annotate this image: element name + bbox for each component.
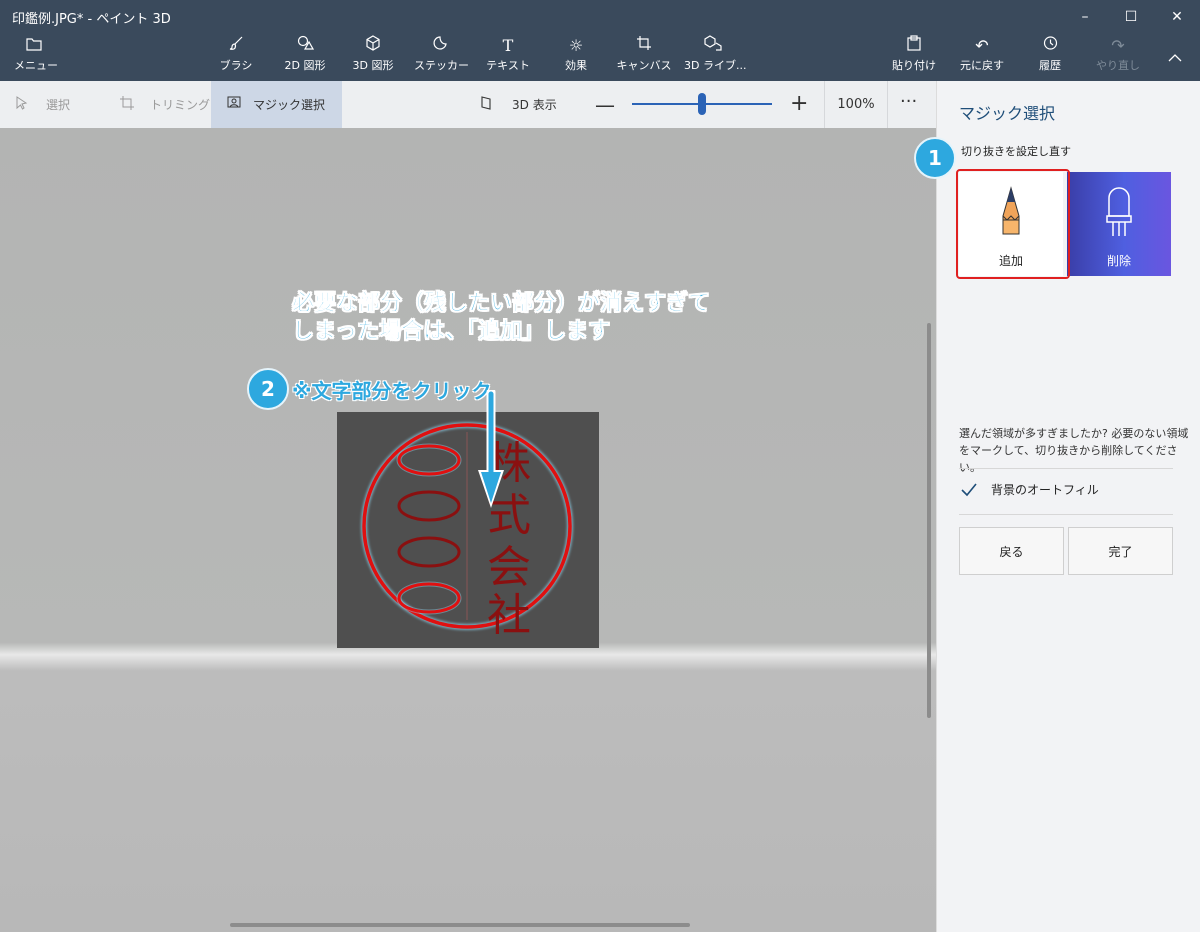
redo-button[interactable]: ↷ やり直し xyxy=(1094,35,1142,79)
paste-icon xyxy=(892,35,936,57)
paste-label: 貼り付け xyxy=(892,59,936,72)
select-label: 選択 xyxy=(46,98,71,112)
crop-tool-icon xyxy=(120,95,134,114)
done-button[interactable]: 完了 xyxy=(1068,527,1173,575)
stickers-label: ステッカー xyxy=(414,59,469,72)
brush-label: ブラシ xyxy=(219,59,253,72)
magic-select-tool[interactable]: マジック選択 xyxy=(211,81,342,128)
effects-button[interactable]: ☼ 効果 xyxy=(556,35,596,79)
canvas-label: キャンバス xyxy=(616,59,672,72)
history-button[interactable]: 履歴 xyxy=(1030,35,1070,79)
undo-icon: ↶ xyxy=(975,36,989,55)
step-2-text: ※文字部分をクリック xyxy=(292,379,492,403)
menu-label: メニュー xyxy=(14,59,58,72)
minimize-button[interactable]: – xyxy=(1062,0,1108,33)
cursor-icon xyxy=(16,95,28,114)
panel-subtitle: 切り抜きを設定し直す xyxy=(961,145,1071,158)
view-3d-toggle[interactable]: 3D 表示 xyxy=(480,81,557,128)
divider xyxy=(959,468,1173,469)
horizontal-scrollbar[interactable] xyxy=(230,923,690,927)
zoom-percentage[interactable]: 100% xyxy=(824,81,888,128)
sticker-icon xyxy=(414,35,466,57)
shapes-2d-button[interactable]: 2D 図形 xyxy=(280,35,330,79)
step-1-badge: 1 xyxy=(914,137,956,179)
magic-select-icon xyxy=(227,96,243,114)
redo-label: やり直し xyxy=(1096,59,1140,72)
arrow-icon xyxy=(478,390,504,508)
shapes-2d-icon xyxy=(280,35,330,57)
redo-icon: ↷ xyxy=(1111,36,1125,55)
remove-label: 削除 xyxy=(1106,254,1131,268)
undo-button[interactable]: ↶ 元に戻す xyxy=(956,35,1008,79)
magic-select-label: マジック選択 xyxy=(253,98,326,112)
shapes-3d-label: 3D 図形 xyxy=(352,59,394,72)
brush-button[interactable]: ブラシ xyxy=(214,35,258,79)
shapes-2d-label: 2D 図形 xyxy=(284,59,326,72)
more-options-button[interactable]: ··· xyxy=(900,91,917,112)
window-title: 印鑑例.JPG* - ペイント 3D xyxy=(12,12,171,27)
canvas-button[interactable]: キャンバス xyxy=(616,35,672,79)
close-button[interactable]: ✕ xyxy=(1154,0,1200,33)
brush-icon xyxy=(214,35,258,57)
menu-button[interactable]: メニュー xyxy=(14,35,58,79)
text-button[interactable]: T テキスト xyxy=(486,35,530,79)
canvas-area[interactable]: 必要な部分（残したい部分）が消えすぎて しまった場合は、「追加」します 2 ※文… xyxy=(0,128,936,932)
crop-tool[interactable]: トリミング xyxy=(104,81,211,128)
eraser-icon xyxy=(1106,187,1132,236)
chevron-up-icon xyxy=(1162,35,1188,79)
shapes-3d-button[interactable]: 3D 図形 xyxy=(348,35,398,79)
library-3d-label: 3D ライブ... xyxy=(684,59,747,72)
effects-label: 効果 xyxy=(565,59,587,72)
crop-label: トリミング xyxy=(150,98,211,112)
crop-icon xyxy=(616,35,672,57)
back-button[interactable]: 戻る xyxy=(959,527,1064,575)
stamp-left-column xyxy=(396,443,462,615)
library-3d-button[interactable]: 3D ライブ... xyxy=(684,35,747,79)
title-bar: 印鑑例.JPG* - ペイント 3D – ☐ ✕ xyxy=(0,0,1200,33)
zoom-in-button[interactable]: + xyxy=(790,91,808,116)
sun-icon: ☼ xyxy=(568,36,584,55)
add-button-highlight xyxy=(956,169,1070,279)
remove-button[interactable]: 削除 xyxy=(1067,172,1171,276)
vertical-scrollbar[interactable] xyxy=(927,323,931,718)
view-3d-icon xyxy=(480,95,498,114)
text-icon: T xyxy=(502,36,514,55)
collapse-ribbon-button[interactable] xyxy=(1162,35,1188,79)
library-icon xyxy=(684,35,742,57)
stickers-button[interactable]: ステッカー xyxy=(414,35,469,79)
stamp-image[interactable]: 株 式 会 社 xyxy=(337,412,599,648)
view-3d-label: 3D 表示 xyxy=(512,98,557,112)
history-label: 履歴 xyxy=(1039,59,1061,72)
paste-button[interactable]: 貼り付け xyxy=(892,35,936,79)
zoom-slider-thumb[interactable] xyxy=(698,93,706,115)
checkmark-icon xyxy=(961,482,977,496)
history-icon xyxy=(1030,35,1070,57)
divider xyxy=(959,514,1173,515)
folder-icon xyxy=(14,35,54,57)
select-tool[interactable]: 選択 xyxy=(0,81,104,128)
maximize-button[interactable]: ☐ xyxy=(1108,0,1154,33)
autofill-label: 背景のオートフィル xyxy=(991,483,1099,497)
stamp-graphic: 株 式 会 社 xyxy=(361,422,573,641)
stamp-char-4: 社 xyxy=(487,590,531,641)
ribbon: メニュー ブラシ 2D 図形 3D 図形 ステッカー T テキスト ☼ 効果 キ… xyxy=(0,33,1200,81)
panel-title: マジック選択 xyxy=(959,104,1056,123)
text-label: テキスト xyxy=(486,59,530,72)
undo-label: 元に戻す xyxy=(960,59,1004,72)
instruction-annotation: 必要な部分（残したい部分）が消えすぎて しまった場合は、「追加」します xyxy=(292,291,711,345)
stamp-char-3: 会 xyxy=(487,542,531,593)
zoom-out-button[interactable]: — xyxy=(595,93,615,117)
tool-bar: 選択 トリミング マジック選択 3D 表示 — + 100% ··· xyxy=(0,81,936,128)
autofill-checkbox[interactable]: 背景のオートフィル xyxy=(961,481,1099,498)
step-2-badge: 2 xyxy=(247,368,289,410)
cube-icon xyxy=(348,35,398,57)
